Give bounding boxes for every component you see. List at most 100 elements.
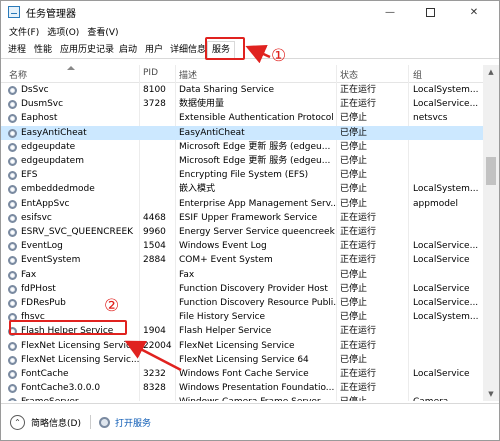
service-pid: 8100 [143,85,166,95]
service-gear-icon [8,299,17,308]
table-row[interactable]: FontCache3.0.0.0 8328 Windows Presentation… [1,381,483,395]
service-status: 正在运行 [340,227,377,237]
divider [89,415,91,429]
tab-performance[interactable]: 性能 [34,42,52,58]
menu-file[interactable]: 文件(F) [9,25,39,38]
menu-view[interactable]: 查看(V) [87,25,118,38]
scroll-up-icon[interactable]: ▲ [483,65,499,79]
table-row[interactable]: Eaphost Extensible Authentication Protoco… [1,111,483,125]
table-row[interactable]: EventSystem 2884 COM+ Event System 正在运行 Loca… [1,253,483,267]
service-description: Windows Font Cache Service [179,369,309,379]
table-row[interactable]: fhsvc File History Service 已停止 LocalSystem.… [1,310,483,324]
column-header-name[interactable]: 名称 [9,68,27,81]
service-description: Energy Server Service queencreek [179,227,335,237]
table-row[interactable]: FrameServer Windows Camera Frame Server已停… [1,395,483,401]
tab-startup[interactable]: 启动 [119,42,137,58]
service-pid: 3728 [143,99,166,110]
service-status: 正在运行 [340,383,377,394]
service-gear-icon [8,142,17,152]
column-header-description[interactable]: 描述 [179,68,197,81]
service-description: COM+ Event System [179,255,273,266]
service-status: 已停止 [340,283,368,294]
open-services-link[interactable]: 打开服务 [115,416,151,429]
service-description: Data Sharing Service [179,85,275,95]
minimize-button[interactable]: — [373,1,407,23]
column-header-group[interactable]: 组 [413,68,422,81]
sort-ascending-icon [67,66,75,70]
collapse-icon[interactable]: ⌃ [10,414,25,430]
maximize-icon [425,7,435,17]
table-row[interactable]: embeddedmode 嵌入模式 已停止 LocalSystem... [1,182,483,196]
task-manager-window: 任务管理器 — ✕ 文件(F) 选项(O) 查看(V) 进程 性能 应用历史记录… [0,0,500,441]
tab-app-history[interactable]: 应用历史记录 [60,42,114,58]
service-name: edgeupdatem [21,156,84,166]
service-status: 正在运行 [340,212,377,223]
table-row[interactable]: EntAppSvc Enterprise App Management Serv.… [1,197,483,211]
column-header-pid[interactable]: PID [143,68,158,78]
table-row[interactable]: Flash Helper Service 1904 Flash Helper Ser… [1,324,483,338]
service-group: LocalService [413,255,470,266]
service-gear-icon [8,398,17,401]
table-row[interactable]: Fax Fax 已停止 [1,268,483,282]
tab-processes[interactable]: 进程 [8,42,26,58]
scrollbar-thumb[interactable] [486,157,496,185]
tab-services[interactable]: 服务 [207,41,236,59]
title-bar[interactable]: 任务管理器 — ✕ [1,1,499,23]
table-row[interactable]: FlexNet Licensing Servic... FlexNet Licen… [1,353,483,367]
service-gear-icon [8,213,17,223]
service-name: ESRV_SVC_QUEENCREEK [21,227,134,237]
tab-details[interactable]: 详细信息 [170,42,206,58]
service-pid: 9960 [143,227,166,237]
table-row[interactable]: edgeupdate Microsoft Edge 更新 服务 (edgeu...… [1,140,483,154]
service-gear-icon [8,355,17,365]
services-list: DsSvc 8100 Data Sharing Service 正在运行 LocalSy… [1,83,483,401]
service-gear-icon [8,270,17,280]
service-gear-icon [8,199,17,209]
service-name: FontCache [21,369,69,379]
service-description: EasyAntiCheat [179,127,245,138]
table-row[interactable]: EventLog 1504 Windows Event Log 正在运行 LocalSe… [1,239,483,253]
table-row[interactable]: EasyAntiCheat EasyAntiCheat 已停止 [1,125,483,140]
service-description: Extensible Authentication Protocol [179,113,334,124]
window-title: 任务管理器 [26,8,76,20]
service-gear-icon [8,128,17,138]
service-group: netsvcs [413,113,448,124]
service-status: 已停止 [340,113,368,124]
column-header-status[interactable]: 状态 [340,68,358,81]
service-status: 已停止 [340,312,368,323]
maximize-button[interactable] [413,1,447,23]
service-gear-icon [8,228,17,237]
table-row[interactable]: esifsvc 4468 ESIF Upper Framework Service 正… [1,211,483,225]
service-gear-icon [8,242,17,252]
service-group: LocalSystem... [413,85,479,95]
table-row[interactable]: DsSvc 8100 Data Sharing Service 正在运行 LocalSy… [1,83,483,97]
brief-info-button[interactable]: 简略信息(D) [31,416,81,429]
close-button[interactable]: ✕ [457,1,491,23]
service-name: FlexNet Licensing Servic... [21,354,139,365]
service-name: EasyAntiCheat [21,127,87,138]
table-row[interactable]: EFS Encrypting File System (EFS) 已停止 [1,168,483,182]
service-description: Enterprise App Management Serv... [179,198,337,209]
tab-users[interactable]: 用户 [145,42,163,58]
service-status: 正在运行 [340,255,377,266]
table-row[interactable]: FDResPub Function Discovery Resource Publ… [1,296,483,310]
service-gear-icon [8,157,17,166]
table-row[interactable]: edgeupdatem Microsoft Edge 更新 服务 (edgeu..… [1,154,483,168]
table-row[interactable]: ESRV_SVC_QUEENCREEK 9960 Energy Server Ser… [1,225,483,239]
table-row[interactable]: fdPHost Function Discovery Provider Host 已… [1,282,483,296]
table-row[interactable]: FontCache 3232 Windows Font Cache Service 正… [1,367,483,381]
service-name: embeddedmode [21,184,95,195]
vertical-scrollbar[interactable]: ▲ ▼ [483,65,499,401]
table-row[interactable]: DusmSvc 3728 数据使用量 正在运行 LocalService... [1,97,483,111]
service-pid: 2884 [143,255,166,266]
table-row[interactable]: FlexNet Licensing Service 22004 FlexNet Li… [1,339,483,353]
tab-bar: 进程 性能 应用历史记录 启动 用户 详细信息 服务 [1,40,499,59]
scroll-down-icon[interactable]: ▼ [483,387,499,401]
service-description: Windows Camera Frame Server [179,395,337,401]
service-status: 已停止 [340,269,368,280]
service-pid: 1504 [143,241,166,252]
service-pid: 1904 [143,326,166,337]
menu-options[interactable]: 选项(O) [47,25,79,38]
service-name: fhsvc [21,312,45,323]
service-name: EventLog [21,241,63,252]
